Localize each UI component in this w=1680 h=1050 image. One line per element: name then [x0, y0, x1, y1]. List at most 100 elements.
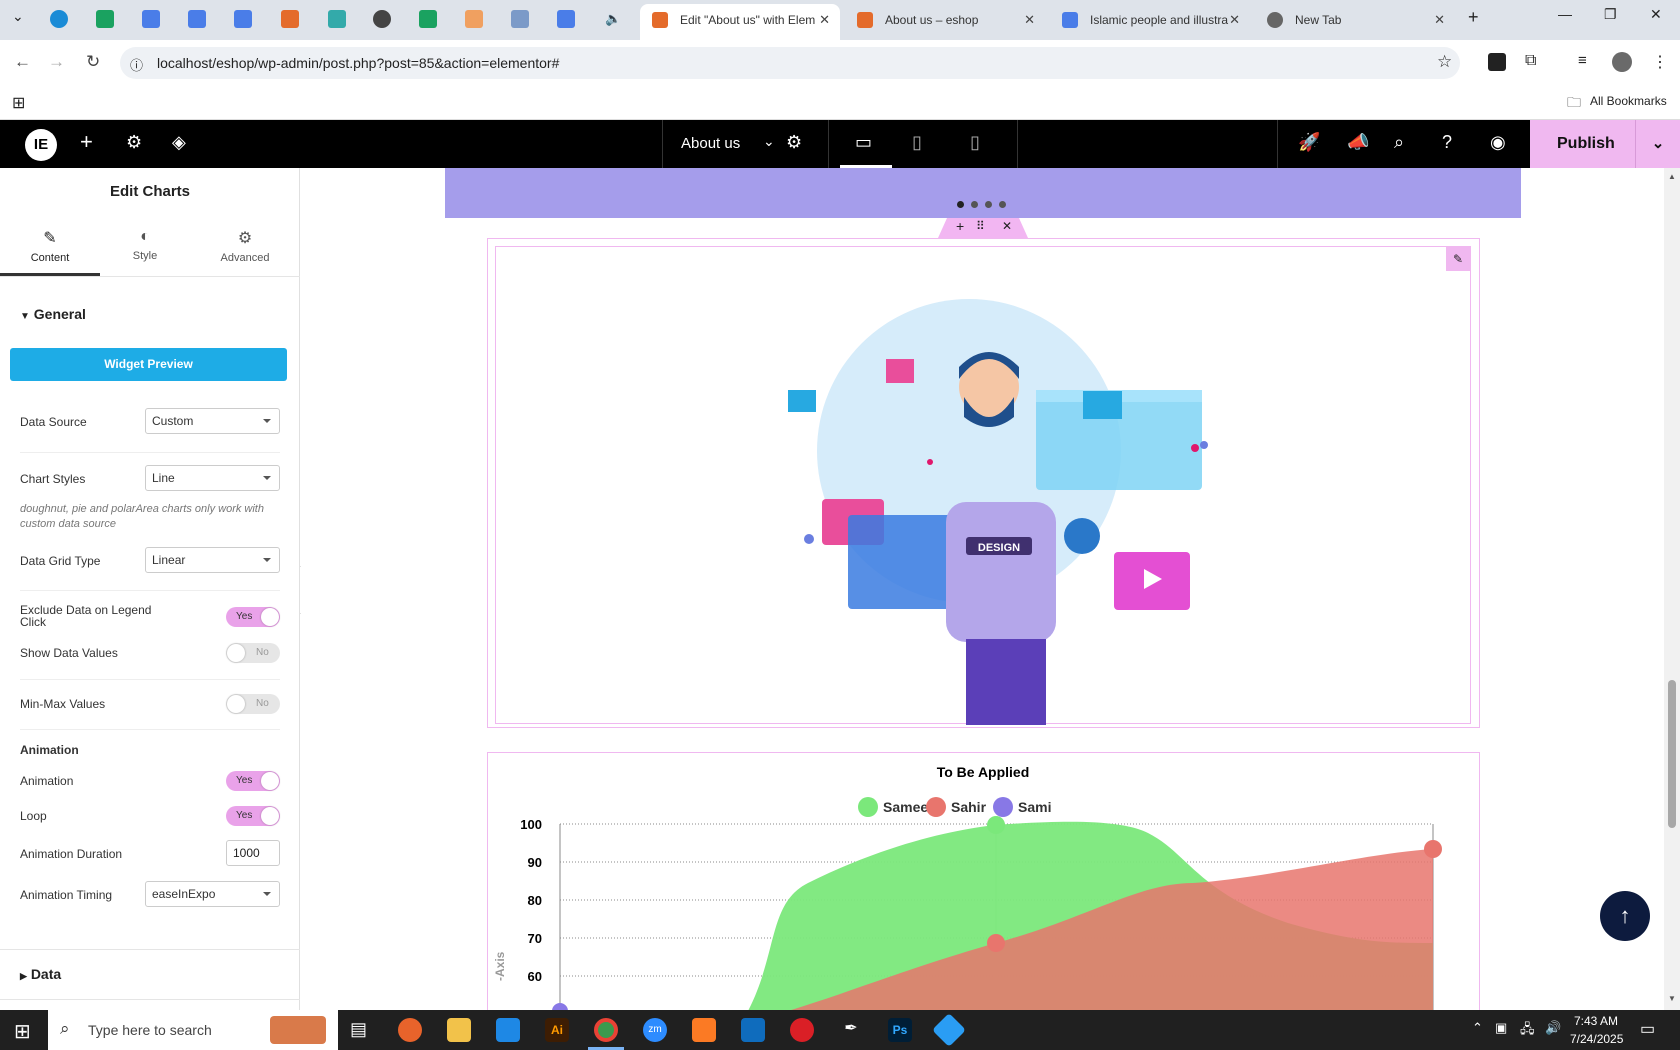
close-tab-icon[interactable]: ✕ [1229, 4, 1240, 36]
legend-label[interactable]: Sami [1018, 799, 1051, 815]
firefox-icon[interactable] [398, 1018, 422, 1042]
tab-advanced[interactable]: ⚙ Advanced [195, 224, 295, 276]
add-section-icon[interactable]: + [956, 218, 964, 234]
elementor-logo-icon[interactable]: IE [25, 129, 57, 161]
data-grid-type-select[interactable]: Linear [145, 547, 280, 573]
back-icon[interactable]: ← [14, 52, 31, 72]
tab-list-chevron-icon[interactable]: ⌄ [12, 8, 24, 25]
loop-toggle[interactable]: Yes [226, 806, 280, 826]
pinned-tab-icon[interactable] [281, 10, 299, 28]
pinned-tab-icon[interactable] [465, 10, 483, 28]
pinned-tab-icon[interactable] [142, 10, 160, 28]
pen-tool-icon[interactable]: ✒ [839, 1018, 863, 1042]
slider-dot[interactable] [971, 201, 978, 208]
close-tab-icon[interactable]: ✕ [1024, 4, 1035, 36]
pinned-tab-icon[interactable] [328, 10, 346, 28]
delete-section-icon[interactable]: ✕ [1002, 219, 1012, 233]
close-tab-icon[interactable]: ✕ [1434, 4, 1445, 36]
section-data-header[interactable]: ▶ Data [20, 966, 61, 982]
pinned-tab-icon[interactable] [50, 10, 68, 28]
close-window-icon[interactable]: ✕ [1650, 6, 1662, 23]
data-source-select[interactable]: Custom [145, 408, 280, 434]
tray-chevron-icon[interactable]: ⌃ [1472, 1020, 1483, 1036]
media-icon[interactable]: ≡ [1578, 52, 1587, 69]
search-icon[interactable]: ⌕ [1394, 132, 1404, 153]
chrome-icon[interactable] [594, 1018, 618, 1042]
restore-icon[interactable]: ❐ [1604, 6, 1617, 23]
tray-device-icon[interactable]: ▣ [1495, 1020, 1507, 1036]
pinned-tab-icon[interactable] [419, 10, 437, 28]
publish-button[interactable]: Publish ⌄ [1530, 120, 1680, 168]
legend-swatch[interactable] [993, 797, 1013, 817]
xampp-icon[interactable] [692, 1018, 716, 1042]
close-tab-icon[interactable]: ✕ [819, 4, 830, 36]
pinned-tab-icon[interactable] [557, 10, 575, 28]
minimize-icon[interactable]: — [1558, 6, 1572, 22]
tab-about-us-eshop[interactable]: About us – eshop ✕ [845, 4, 1045, 40]
creative-cloud-icon[interactable] [790, 1018, 814, 1042]
taskbar-time[interactable]: 7:43 AM [1574, 1014, 1618, 1028]
apps-grid-icon[interactable]: ⊞ [12, 93, 25, 113]
taskbar-date[interactable]: 7/24/2025 [1570, 1032, 1623, 1046]
legend-label[interactable]: Sahir [951, 799, 987, 815]
extension-icon[interactable] [1488, 53, 1506, 71]
site-info-icon[interactable]: ⓘ [130, 55, 143, 74]
bookmark-star-icon[interactable]: ☆ [1437, 52, 1452, 72]
scroll-down-arrow-icon[interactable]: ▼ [1668, 994, 1676, 1003]
add-element-icon[interactable]: + [80, 129, 93, 155]
network-icon[interactable]: 🖧 [1520, 1020, 1535, 1042]
pinned-tab-icon[interactable] [234, 10, 252, 28]
help-icon[interactable]: ? [1442, 132, 1452, 153]
image-widget[interactable]: ✎ DESIGN [495, 246, 1471, 725]
widget-preview-button[interactable]: Widget Preview [10, 348, 287, 381]
settings-sliders-icon[interactable]: ⚙ [126, 132, 142, 153]
slider-dot[interactable] [999, 201, 1006, 208]
slider-dot[interactable] [957, 201, 964, 208]
tab-content[interactable]: ✎ Content [0, 224, 100, 276]
new-tab-plus-icon[interactable]: + [1468, 7, 1479, 28]
outlook-icon[interactable] [741, 1018, 765, 1042]
exclude-data-toggle[interactable]: Yes [226, 607, 280, 627]
volume-icon[interactable]: 🔊 [1545, 1020, 1561, 1036]
app-hex-icon[interactable] [932, 1013, 966, 1047]
layers-icon[interactable]: ◈ [172, 132, 186, 153]
scrollbar-thumb[interactable] [1668, 680, 1676, 828]
notifications-icon[interactable]: ▭ [1640, 1019, 1655, 1039]
task-view-icon[interactable]: ▤ [350, 1019, 367, 1040]
taskbar-search-box[interactable]: ⌕ Type here to search [48, 1010, 338, 1050]
all-bookmarks-link[interactable]: All Bookmarks [1590, 94, 1667, 108]
zoom-icon[interactable]: zm [643, 1018, 667, 1042]
preview-eye-icon[interactable]: ◉ [1490, 132, 1506, 153]
photoshop-icon[interactable]: Ps [888, 1018, 912, 1042]
avatar[interactable] [1612, 52, 1632, 72]
legend-swatch[interactable] [926, 797, 946, 817]
reload-icon[interactable]: ↻ [86, 52, 100, 72]
slider-dot[interactable] [985, 201, 992, 208]
file-explorer-icon[interactable] [447, 1018, 471, 1042]
min-max-toggle[interactable]: No [226, 694, 280, 714]
pinned-tab-icon[interactable] [373, 10, 391, 28]
publish-options-chevron-icon[interactable]: ⌄ [1635, 120, 1680, 168]
illustrator-icon[interactable]: Ai [545, 1018, 569, 1042]
forward-icon[interactable]: → [48, 52, 65, 72]
megaphone-icon[interactable]: 📣 [1347, 132, 1369, 153]
scroll-up-arrow-icon[interactable]: ▲ [1668, 172, 1676, 181]
pinned-tab-icon[interactable] [188, 10, 206, 28]
tab-new-tab[interactable]: New Tab ✕ [1255, 4, 1455, 40]
drag-handle-icon[interactable]: ⠿ [976, 219, 985, 233]
scroll-to-top-button[interactable]: ↑ [1600, 891, 1650, 941]
menu-kebab-icon[interactable]: ⋮ [1652, 52, 1668, 72]
puzzle-icon[interactable]: ⧉ [1525, 52, 1536, 70]
desktop-view-icon[interactable]: ▭ [855, 132, 872, 153]
tab-style[interactable]: ◐ Style [100, 224, 190, 276]
windows-start-icon[interactable]: ⊞ [14, 1019, 31, 1044]
legend-swatch[interactable] [858, 797, 878, 817]
show-data-values-toggle[interactable]: No [226, 643, 280, 663]
speaker-icon[interactable]: 🔈 [605, 11, 621, 27]
page-settings-icon[interactable]: ⚙ [786, 132, 802, 153]
pinned-tab-icon[interactable] [96, 10, 114, 28]
vscode-icon[interactable] [496, 1018, 520, 1042]
url-text[interactable]: localhost/eshop/wp-admin/post.php?post=8… [157, 55, 559, 71]
animation-timing-select[interactable]: easeInExpo [145, 881, 280, 907]
chart-styles-select[interactable]: Line [145, 465, 280, 491]
